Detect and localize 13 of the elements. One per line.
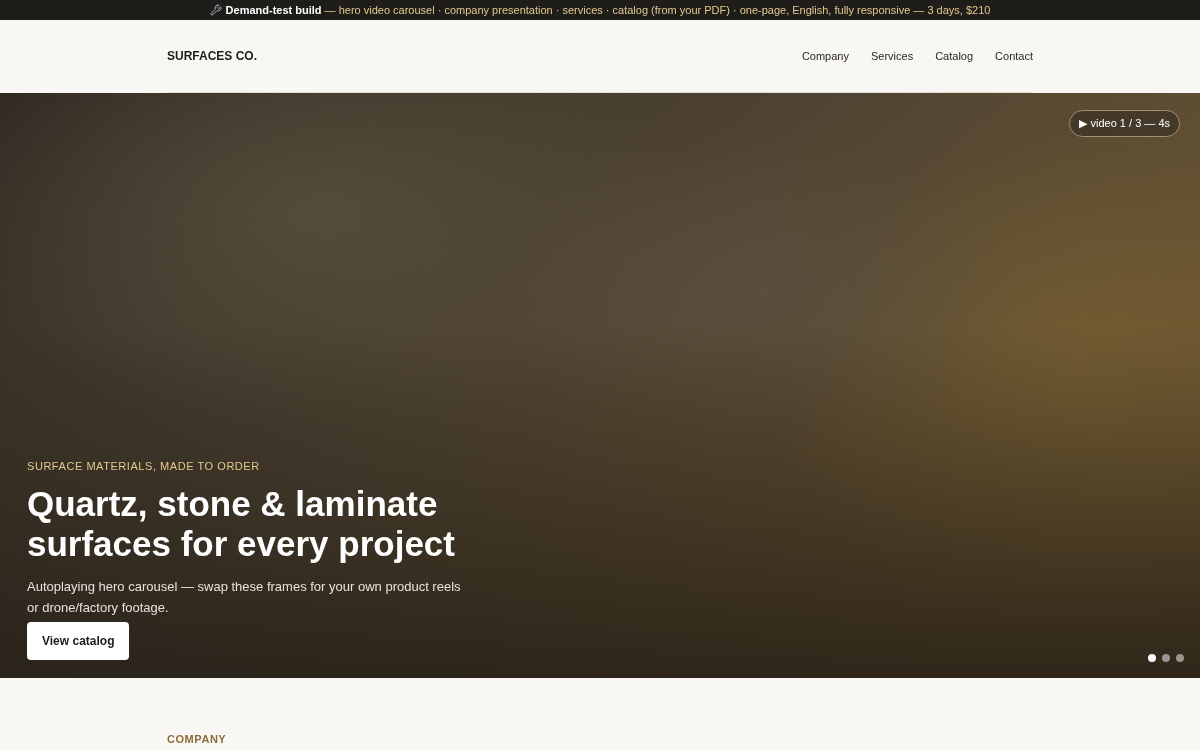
nav-link[interactable]: Services: [870, 47, 914, 65]
section-eyebrow: COMPANY: [167, 733, 227, 745]
wrench-icon: [209, 4, 222, 16]
announcement-text: Demand-test build — hero video carousel · company presentation · services · catalog (from your PDF) · one-page, English, fully responsive — 3 days, $210: [225, 2, 991, 18]
hero-description: Autoplaying hero carousel — swap these frames for your own product reels or drone/factory footage.: [27, 578, 462, 617]
hero-title: Quartz, stone & laminate surfaces for every project: [27, 484, 456, 564]
nav-link[interactable]: Contact: [995, 47, 1033, 65]
logo: SURFACES CO.: [167, 48, 257, 65]
eyebrow: SURFACE MATERIALS, MADE TO ORDER: [27, 458, 261, 474]
video-badge: ▶ video 1 / 3 — 4s: [1069, 110, 1180, 137]
nav-link[interactable]: Catalog: [935, 47, 974, 65]
nav-link[interactable]: Company: [801, 47, 849, 65]
view-catalog-button[interactable]: View catalog: [27, 622, 130, 660]
